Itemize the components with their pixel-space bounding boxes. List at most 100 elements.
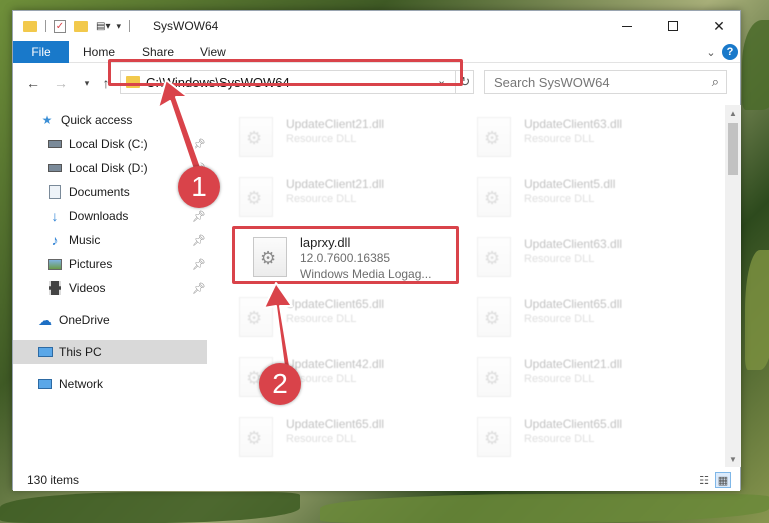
- step-badge-2: 2: [259, 363, 301, 405]
- forward-button[interactable]: →: [51, 73, 71, 93]
- pin-icon[interactable]: 📌︎: [192, 138, 206, 151]
- sidebar-item-label: Pictures: [69, 257, 113, 271]
- file-type: Resource DLL: [524, 373, 595, 385]
- minimize-icon: [622, 25, 632, 27]
- pin-icon[interactable]: 📌︎: [192, 258, 206, 271]
- music-icon: ♪: [51, 232, 59, 248]
- file-item[interactable]: ⚙ UpdateClient21.dll Resource DLL: [471, 349, 701, 405]
- scrollbar-thumb[interactable]: [728, 123, 738, 175]
- dll-file-icon: ⚙: [239, 417, 273, 457]
- dll-file-icon: ⚙: [477, 417, 511, 457]
- file-name: UpdateClient63.dll: [524, 237, 623, 251]
- pin-icon[interactable]: 📌︎: [192, 234, 206, 247]
- back-button[interactable]: ←: [23, 73, 43, 93]
- expand-ribbon-icon[interactable]: ⌄: [703, 44, 719, 60]
- dll-file-icon: ⚙: [239, 297, 273, 337]
- pictures-icon: [47, 256, 63, 272]
- file-item[interactable]: ⚙ UpdateClient21.dll Resource DLL: [233, 109, 463, 165]
- background-leaf: [742, 20, 769, 110]
- file-type: Resource DLL: [286, 193, 357, 205]
- sidebar-item-label: Local Disk (D:): [69, 161, 148, 175]
- dll-file-icon: ⚙: [477, 117, 511, 157]
- file-name: UpdateClient63.dll: [524, 117, 623, 131]
- address-bar-highlight: [108, 59, 463, 86]
- file-name: UpdateClient65.dll: [524, 297, 623, 311]
- toolbar-dropdown-icon[interactable]: ▾: [116, 21, 121, 32]
- file-type: Resource DLL: [286, 133, 357, 145]
- file-item[interactable]: ⚙ UpdateClient65.dll Resource DLL: [471, 289, 701, 345]
- file-item[interactable]: ⚙ UpdateClient5.dll Resource DLL: [471, 169, 701, 225]
- tab-file[interactable]: File: [13, 41, 69, 63]
- file-type: Resource DLL: [286, 433, 357, 445]
- folder-icon: [23, 20, 37, 32]
- sidebar-item-this-pc[interactable]: This PC: [13, 340, 207, 364]
- properties-icon[interactable]: ✓: [54, 19, 66, 33]
- toolbar-separator: [45, 20, 46, 32]
- window-title: SysWOW64: [153, 19, 219, 33]
- quick-access-toolbar: ✓ ▤▾ ▾: [23, 18, 130, 34]
- customize-toolbar-icon[interactable]: ▤▾: [96, 21, 110, 32]
- sidebar-item-label: Downloads: [69, 209, 129, 223]
- dll-file-icon: ⚙: [477, 237, 511, 277]
- file-list: ⚙ UpdateClient21.dll Resource DLL ⚙ Upda…: [221, 105, 725, 465]
- cloud-icon: ☁: [38, 311, 52, 328]
- details-view-icon[interactable]: ☷: [696, 472, 712, 488]
- search-icon[interactable]: ⌕: [712, 74, 719, 90]
- scroll-down-icon[interactable]: ▼: [725, 451, 741, 467]
- help-icon[interactable]: ?: [722, 44, 738, 60]
- file-name: UpdateClient65.dll: [524, 417, 623, 431]
- sidebar-item-pictures[interactable]: Pictures 📌︎: [13, 252, 207, 276]
- pin-icon[interactable]: 📌︎: [192, 282, 206, 295]
- sidebar-item-label: Quick access: [61, 113, 133, 127]
- sidebar-item-label: Local Disk (C:): [69, 137, 148, 151]
- file-name: UpdateClient21.dll: [524, 357, 623, 371]
- documents-icon: [47, 184, 63, 200]
- file-item[interactable]: ⚙ UpdateClient63.dll Resource DLL: [471, 229, 701, 285]
- toolbar-separator: [129, 20, 130, 32]
- file-item[interactable]: ⚙ UpdateClient65.dll Resource DLL: [233, 289, 463, 345]
- sidebar-item-videos[interactable]: Videos 📌︎: [13, 276, 207, 300]
- file-item[interactable]: ⚙ UpdateClient65.dll Resource DLL: [233, 409, 463, 465]
- sidebar-item-network[interactable]: Network: [13, 372, 207, 396]
- sidebar-item-downloads[interactable]: ↓ Downloads 📌︎: [13, 204, 207, 228]
- sidebar-item-local-disk-d[interactable]: Local Disk (D:) 📌︎: [13, 156, 207, 180]
- sidebar-item-quick-access[interactable]: ★ Quick access: [13, 108, 207, 132]
- sidebar-item-music[interactable]: ♪ Music 📌︎: [13, 228, 207, 252]
- search-box[interactable]: ⌕: [484, 70, 727, 94]
- file-type: Resource DLL: [524, 313, 595, 325]
- sidebar-item-local-disk-c[interactable]: Local Disk (C:) 📌︎: [13, 132, 207, 156]
- recent-locations-button[interactable]: ▾: [77, 73, 97, 93]
- arrow-right-icon: →: [54, 75, 68, 91]
- sidebar-item-onedrive[interactable]: ☁ OneDrive: [13, 308, 207, 332]
- file-name: UpdateClient21.dll: [286, 117, 385, 131]
- dll-file-icon: ⚙: [477, 177, 511, 217]
- vertical-scrollbar[interactable]: ▲ ▼: [725, 105, 741, 467]
- large-icons-view-icon[interactable]: ▦: [715, 472, 731, 488]
- arrow-left-icon: ←: [26, 75, 40, 91]
- file-item[interactable]: ⚙ UpdateClient63.dll Resource DLL: [471, 109, 701, 165]
- file-item[interactable]: ⚙ UpdateClient65.dll Resource DLL: [471, 409, 701, 465]
- status-bar: 130 items ☷ ▦: [13, 469, 740, 491]
- maximize-icon: [668, 21, 678, 31]
- sidebar-item-label: Videos: [69, 281, 106, 295]
- drive-icon: [47, 136, 63, 152]
- scroll-up-icon[interactable]: ▲: [725, 105, 741, 121]
- dll-file-icon: ⚙: [239, 117, 273, 157]
- background-leaf: [0, 492, 300, 523]
- background-leaf: [320, 494, 769, 523]
- search-input[interactable]: [485, 71, 695, 93]
- sidebar-item-label: This PC: [59, 345, 102, 359]
- pin-icon[interactable]: 📌︎: [192, 210, 206, 223]
- minimize-button[interactable]: [604, 11, 650, 41]
- maximize-button[interactable]: [650, 11, 696, 41]
- drive-icon: [47, 160, 63, 176]
- download-icon: ↓: [51, 208, 59, 224]
- new-folder-icon[interactable]: [74, 20, 88, 32]
- close-button[interactable]: ✕: [696, 11, 742, 41]
- file-type: Resource DLL: [524, 253, 595, 265]
- file-type: Resource DLL: [524, 433, 595, 445]
- file-item[interactable]: ⚙ UpdateClient21.dll Resource DLL: [233, 169, 463, 225]
- sidebar-item-label: OneDrive: [59, 313, 110, 327]
- network-icon: [37, 376, 53, 392]
- file-name: UpdateClient65.dll: [286, 297, 385, 311]
